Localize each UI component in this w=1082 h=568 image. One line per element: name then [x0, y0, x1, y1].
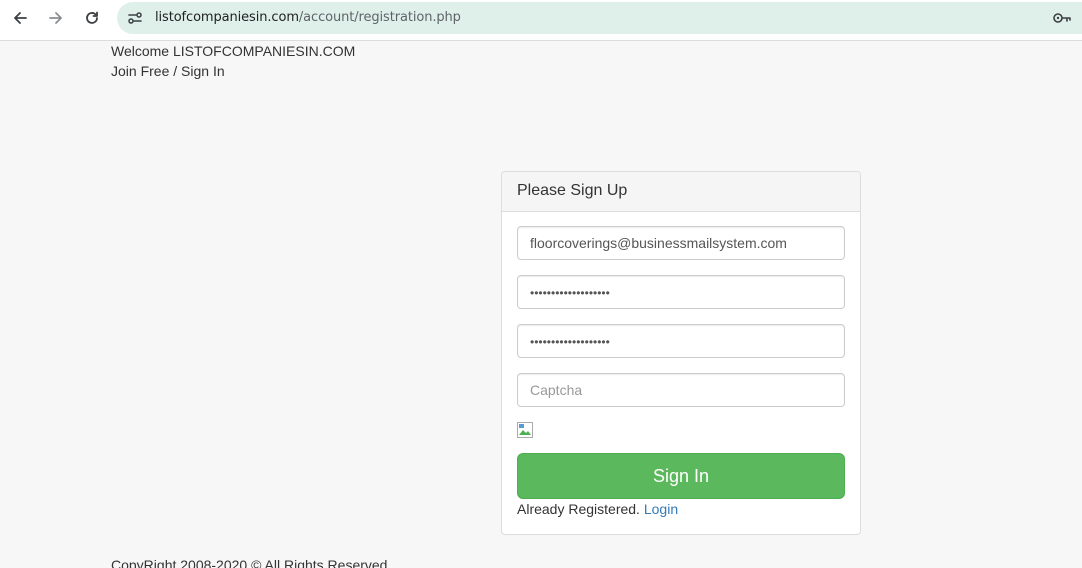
password-field[interactable]: ••••••••••••••••••• — [517, 275, 845, 309]
captcha-image — [517, 422, 533, 438]
reload-button[interactable] — [78, 5, 106, 31]
footer-copyright: CopyRight 2008-2020 © All Rights Reserve… — [111, 557, 388, 568]
welcome-text: Welcome LISTOFCOMPANIESIN.COM — [111, 43, 356, 59]
forward-button[interactable] — [42, 5, 70, 31]
confirm-password-field[interactable]: ••••••••••••••••••• — [517, 324, 845, 358]
password-dots: ••••••••••••••••••• — [530, 286, 610, 300]
already-registered-text: Already Registered. — [517, 501, 640, 517]
url-text[interactable]: listofcompaniesin.com/account/registrati… — [155, 10, 461, 25]
confirm-password-dots: ••••••••••••••••••• — [530, 335, 610, 349]
already-registered-row: Already Registered. Login — [517, 501, 678, 517]
back-arrow-icon — [14, 12, 27, 24]
browser-toolbar: listofcompaniesin.com/account/registrati… — [0, 0, 1082, 41]
signup-panel: Please Sign Up floorcoverings@businessma… — [501, 171, 861, 535]
panel-title: Please Sign Up — [502, 172, 860, 212]
url-host: listofcompaniesin.com — [155, 10, 299, 25]
forward-arrow-icon — [49, 12, 62, 24]
sign-in-button[interactable]: Sign In — [517, 453, 845, 499]
reload-icon — [86, 11, 98, 24]
password-manager-button[interactable] — [1052, 10, 1072, 26]
back-button[interactable] — [6, 5, 34, 31]
site-info-icon — [128, 12, 142, 24]
join-signin-link[interactable]: Join Free / Sign In — [111, 63, 225, 80]
site-info-button[interactable] — [123, 6, 147, 30]
email-field[interactable]: floorcoverings@businessmailsystem.com — [517, 226, 845, 260]
captcha-input[interactable]: Captcha — [517, 373, 845, 407]
password-key-icon — [1053, 13, 1071, 23]
address-bar[interactable]: listofcompaniesin.com/account/registrati… — [117, 2, 1082, 34]
login-link[interactable]: Login — [644, 501, 678, 517]
broken-image-icon — [517, 422, 533, 438]
url-path: /account/registration.php — [298, 10, 461, 25]
